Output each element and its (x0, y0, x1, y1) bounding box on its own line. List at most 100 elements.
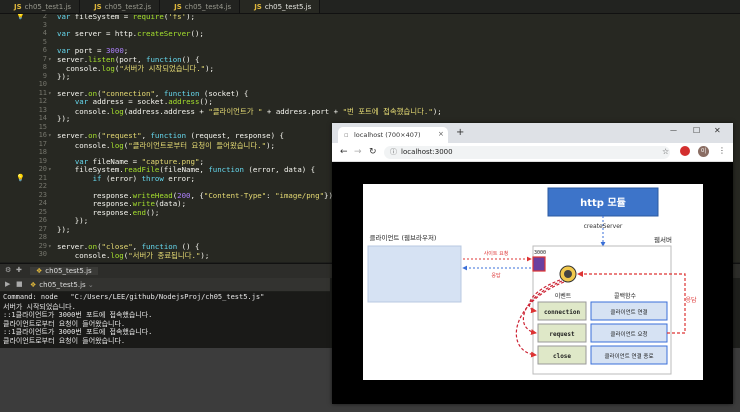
browser-titlebar: ▫ localhost (700×407) × + — ☐ ✕ (332, 123, 733, 143)
js-file-icon: JS (14, 2, 22, 11)
line-number: 9 (42, 71, 47, 80)
menu-dots-icon[interactable]: ⋮ (718, 146, 726, 155)
profile-avatar[interactable]: 이 (698, 146, 709, 157)
code-line[interactable]: if (error) throw error; (57, 174, 195, 183)
http-module-label: http 모듈 (580, 197, 626, 209)
browser-toolbar: ← → ↻ ⓘ localhost:3000 ☆ 이 ⋮ (332, 143, 733, 162)
lightbulb-icon[interactable]: 💡 (16, 14, 25, 20)
code-line[interactable]: console.log(address.address + "클라이언트가 " … (57, 106, 442, 117)
tab-close-icon[interactable]: × (438, 130, 444, 138)
line-number: 12 (38, 97, 47, 105)
callback-close: 클라이언트 연결 종료 (604, 352, 653, 360)
line-number: 17 (38, 139, 47, 148)
forward-icon[interactable]: → (354, 147, 362, 157)
code-line[interactable]: console.log("클라이언트로부터 요청이 들어왔습니다."); (57, 140, 275, 151)
extension-icon[interactable] (680, 146, 690, 156)
editor-tab-4[interactable]: JS ch05_test5.js (240, 0, 321, 13)
line-number: 10 (38, 80, 47, 88)
line-number: 28 (38, 233, 47, 241)
console-tab-top[interactable]: ❖ ch05_test5.js (30, 267, 98, 275)
code-line[interactable]: console.log("서버가 종료됩니다."); (57, 250, 210, 261)
client-label: 클라이언트 (웹브라우저) (370, 233, 437, 242)
code-line[interactable]: var server = http.createServer(); (57, 29, 204, 38)
callback-connect: 클라이언트 연결 (610, 308, 647, 316)
line-number: 11 (38, 88, 47, 97)
event-request: request (549, 331, 575, 338)
close-button[interactable]: ✕ (714, 126, 721, 135)
line-number: 20 (38, 165, 47, 173)
console-output[interactable]: Command: node "C:/Users/LEE/github/Nodej… (0, 292, 330, 348)
line-number: 30 (38, 250, 47, 258)
code-line[interactable]: }); (57, 225, 70, 234)
page-content: http 모듈 createServer 클라이언트 (웹브라우저) 웹서버 3… (332, 162, 733, 404)
site-request-label: 사이트 요청 (484, 250, 509, 257)
web-server-label: 웹서버 (654, 235, 672, 244)
reload-icon[interactable]: ↻ (369, 147, 377, 157)
line-number: 27 (38, 224, 47, 233)
event-close: close (553, 353, 571, 360)
response-small-label: 응답 (491, 272, 501, 279)
info-icon[interactable]: ⓘ (390, 147, 397, 157)
new-tab-button[interactable]: + (456, 127, 464, 138)
editor-tab-3[interactable]: JS ch05_test4.js (160, 0, 241, 13)
diagram-image: http 모듈 createServer 클라이언트 (웹브라우저) 웹서버 3… (363, 184, 703, 380)
bookmark-star-icon[interactable]: ☆ (662, 147, 669, 156)
editor-tab-label: ch05_test4.js (184, 2, 232, 11)
fold-arrow-icon[interactable]: ▾ (48, 166, 52, 173)
editor-tab-bar: JS ch05_test1.js JS ch05_test2.js JS ch05_tes… (0, 0, 740, 14)
console-line: 클라이언트로부터 요청이 들어왔습니다. (3, 336, 126, 345)
code-line[interactable]: var fileSystem = require('fs'); (57, 14, 195, 21)
line-number: 16 (38, 131, 47, 139)
line-number: 5 (42, 37, 47, 46)
line-number: 19 (38, 156, 47, 165)
minimize-button[interactable]: — (670, 126, 677, 134)
fold-arrow-icon[interactable]: ▾ (48, 243, 52, 250)
editor-tab-1[interactable]: JS ch05_test1.js (0, 0, 81, 13)
port-label: 3000 (534, 250, 546, 256)
run-icon[interactable]: ▶ (5, 280, 10, 288)
fold-arrow-icon[interactable]: ▾ (48, 132, 52, 139)
line-number: 15 (38, 122, 47, 131)
browser-window[interactable]: ▫ localhost (700×407) × + — ☐ ✕ ← → ↻ ⓘ … (332, 123, 733, 404)
line-number: 4 (42, 29, 47, 37)
line-number: 22 (38, 182, 47, 190)
console-add-icon[interactable]: ✚ (16, 266, 22, 274)
line-number: 23 (38, 190, 47, 199)
code-line[interactable]: }); (57, 114, 70, 123)
line-number: 26 (38, 216, 47, 224)
stop-icon[interactable]: ■ (16, 280, 23, 288)
line-number: 18 (38, 148, 47, 156)
back-icon[interactable]: ← (340, 147, 348, 157)
js-file-icon: JS (174, 2, 182, 11)
line-number: 6 (42, 46, 47, 54)
js-file-icon: JS (94, 2, 102, 11)
code-line[interactable]: console.log("서버가 시작되었습니다."); (57, 63, 214, 74)
line-number: 24 (38, 199, 47, 207)
browser-tab-title: localhost (700×407) (354, 131, 421, 139)
page-icon: ▫ (344, 131, 349, 139)
editor-tab-label: ch05_test2.js (104, 2, 152, 11)
editor-tab-label: ch05_test1.js (24, 2, 72, 11)
line-number: 3 (42, 20, 47, 29)
line-number: 14 (38, 114, 47, 122)
maximize-button[interactable]: ☐ (693, 126, 700, 135)
lightbulb-icon[interactable]: 💡 (16, 174, 25, 182)
console-line: Command: node "C:/Users/LEE/github/Nodej… (3, 293, 265, 301)
fold-arrow-icon[interactable]: ▾ (48, 56, 52, 63)
address-bar[interactable]: ⓘ localhost:3000 (384, 146, 670, 159)
line-number: 8 (42, 63, 47, 71)
line-number: 25 (38, 207, 47, 216)
code-line[interactable]: }); (57, 72, 70, 81)
event-connection: connection (544, 309, 581, 316)
console-tab[interactable]: ❖ ch05_test5.js ⌄ (30, 281, 94, 289)
editor-tab-2[interactable]: JS ch05_test2.js (80, 0, 161, 13)
event-header: 이벤트 (555, 292, 572, 300)
editor-tab-label: ch05_test5.js (264, 2, 312, 11)
create-server-label: createServer (584, 223, 623, 230)
url-text: localhost:3000 (401, 148, 453, 156)
line-gutter: 2 💡 3 4 5 6 7 ▾ 8 9 10 11 ▾ 12 13 14 15 16 ▾ 17 18 19 20 ▾ 21 💡 22… (0, 14, 52, 262)
console-settings-icon[interactable]: ⚙ (5, 266, 11, 274)
browser-tab[interactable]: ▫ localhost (700×407) × (338, 127, 448, 143)
fold-arrow-icon[interactable]: ▾ (48, 90, 52, 97)
line-number: 29 (38, 241, 47, 250)
